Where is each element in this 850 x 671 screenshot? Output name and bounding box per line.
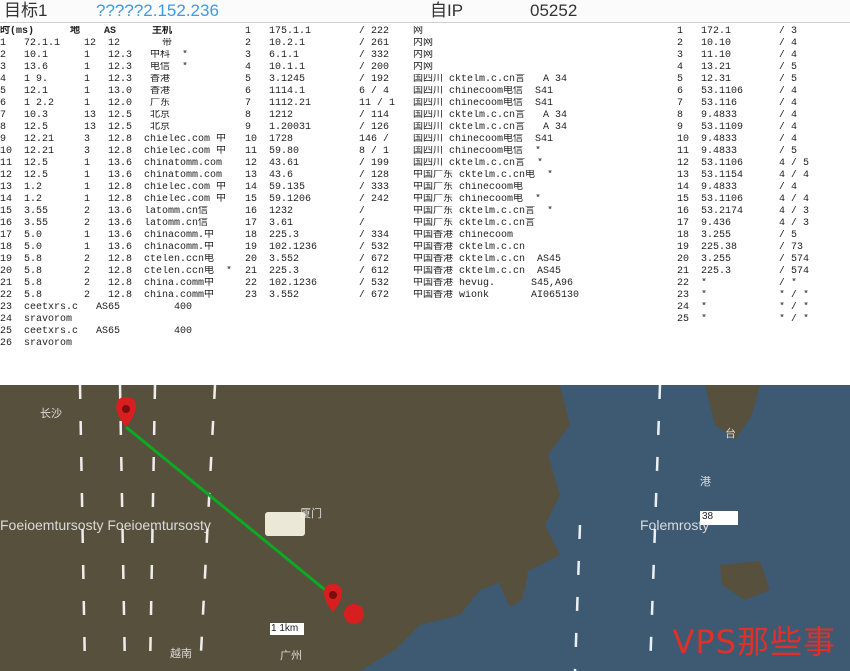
hop-row: 1 172.1 / 3 (677, 26, 816, 37)
hop-row: 14 1.2 1 12.8 chielec.com 中 (0, 194, 227, 205)
hop-row: 18 225.3 / 334 中国香港 chinecoom (245, 230, 514, 241)
hop-row: 4 10.1.1 / 200 内网 (245, 62, 446, 73)
hop-row: 10 1728 146 / 国四川 chinecoom电信 S41 (245, 134, 554, 145)
hop-row: 23 3.552 / 672 中国香港 wionk AI065130 (245, 290, 580, 301)
watermark: VPS那些事 (672, 623, 836, 661)
hop-marker[interactable] (344, 604, 364, 624)
hop-row: 16 1232 / 中国广东 cktelm.c.cn言 * (245, 206, 554, 217)
hop-row: 8 9.4833 / 4 (677, 110, 816, 121)
hop-row: 2 10.1 1 12.3 中科 * (0, 50, 201, 61)
hop-row: 17 9.436 4 / 3 (677, 218, 816, 229)
map-copyright: Foeioemtursosty Foeioemtursosty (0, 517, 211, 533)
hop-row: 25 * * / * (677, 314, 816, 325)
header-left-title: 目标1 (4, 1, 48, 20)
hop-row: 3 13.6 1 12.3 电信 * (0, 62, 201, 73)
hop-row: 4 13.21 / 5 (677, 62, 816, 73)
hop-row: 14 9.4833 / 4 (677, 182, 816, 193)
hop-row: 5 12.31 / 5 (677, 74, 816, 85)
map-label-right-top: 台 (725, 428, 736, 440)
hop-row: 16 3.55 2 13.6 latomm.cn信 (0, 218, 209, 229)
map-label-area1: 厦门 (300, 508, 322, 520)
hop-row: 12 12.5 1 13.6 chinatomm.com (0, 170, 223, 181)
hop-row: 12 43.61 / 199 国四川 cktelm.c.cn言 * (245, 158, 544, 169)
hop-row: 23 ceetxrs.c AS65 400 (0, 302, 193, 313)
trace-panel-left: 时(ms) 地 AS 主机 1 72.1.1 12 12 带 2 10.1 1 … (0, 26, 245, 371)
hop-row: 13 53.1154 4 / 4 (677, 170, 816, 181)
column-header: 时(ms) 地 AS 主机 (0, 26, 173, 37)
hop-row: 6 53.1106 / 4 (677, 86, 816, 97)
hop-row: 1 72.1.1 12 12 带 (0, 38, 197, 49)
hop-row: 2 10.10 / 4 (677, 38, 816, 49)
hop-row: 20 5.8 2 12.8 ctelen.ccn电 * (0, 266, 233, 277)
hop-row: 21 225.3 / 612 中国香港 cktelm.c.cn AS45 (245, 266, 562, 277)
hop-row: 12 53.1106 4 / 5 (677, 158, 816, 169)
hop-row: 21 225.3 / 574 (677, 266, 816, 277)
hop-row: 7 10.3 13 12.5 北京 (0, 110, 201, 121)
hop-row: 19 5.8 2 12.8 ctelen.ccn电 (0, 254, 215, 265)
hop-row: 5 12.1 1 13.0 香港 (0, 86, 201, 97)
map-badge (265, 512, 305, 536)
hop-row: 9 12.21 3 12.8 chielec.com 中 (0, 134, 227, 145)
map-copyright-2: Folemrosty (640, 517, 710, 533)
hop-row: 10 9.4833 / 4 (677, 134, 816, 145)
hop-row: 13 1.2 1 12.8 chielec.com 中 (0, 182, 227, 193)
hop-row: 19 225.38 / 73 (677, 242, 816, 253)
hop-row: 22 102.1236 / 532 中国香港 hevug. S45,A96 (245, 278, 574, 289)
hop-row: 2 10.2.1 / 261 内网 (245, 38, 446, 49)
hop-row: 13 43.6 / 128 中国广东 cktelm.c.cn电 * (245, 170, 554, 181)
map-label-area2: 广州 (280, 650, 302, 662)
hop-row: 18 5.0 1 13.6 chinacomm.中 (0, 242, 215, 253)
hop-row: 22 5.8 2 12.8 china.comm中 (0, 290, 215, 301)
map-label-top-left: 长沙 (40, 408, 62, 420)
hop-row: 5 3.1245 / 192 国四川 cktelm.c.cn言 A 34 (245, 74, 568, 85)
hop-row: 25 ceetxrs.c AS65 400 (0, 326, 193, 337)
hop-row: 6 1 2.2 1 12.0 广东 (0, 98, 201, 109)
hop-row: 15 3.55 2 13.6 latomm.cn信 (0, 206, 209, 217)
hop-row: 20 3.255 / 574 (677, 254, 816, 265)
map-label-bottom-a: 越南 (170, 648, 192, 660)
hop-row: 7 1112.21 11 / 1 国四川 chinecoom电信 S41 (245, 98, 554, 109)
hop-row: 24 * * / * (677, 302, 816, 313)
header-right-title: 05252 (530, 1, 578, 20)
hop-row: 8 1212 / 114 国四川 cktelm.c.cn言 A 34 (245, 110, 568, 121)
hop-row: 20 3.552 / 672 中国香港 cktelm.c.cn AS45 (245, 254, 562, 265)
target-ip[interactable]: ?????2.152.236 (96, 0, 219, 22)
trace-panel-middle: 1 175.1.1 / 222 网 2 10.2.1 / 261 内网 3 6.… (245, 26, 677, 381)
hop-row: 6 1114.1 6 / 4 国四川 chinecoom电信 S41 (245, 86, 554, 97)
hop-row: 17 3.61 / 中国广东 cktelm.c.cn言 (245, 218, 536, 229)
hop-row: 26 sravorom (0, 338, 157, 349)
hop-row: 21 5.8 2 12.8 china.comm中 (0, 278, 215, 289)
hop-row: 15 53.1106 4 / 4 (677, 194, 816, 205)
hop-row: 4 1 9. 1 12.3 香港 (0, 74, 201, 85)
hop-row: 3 6.1.1 / 332 内网 (245, 50, 446, 61)
header-center-title: 自IP (430, 1, 464, 20)
hop-row: 15 59.1206 / 242 中国广东 chinecoom电 * (245, 194, 542, 205)
route-map[interactable]: 长沙 台 港 越南 厦门 广州 38 1 1km Foeioemtursosty… (0, 385, 850, 671)
hop-row: 22 * / * (677, 278, 816, 289)
hop-row: 16 53.2174 4 / 3 (677, 206, 816, 217)
hop-row: 24 sravorom (0, 314, 157, 325)
hop-row: 9 53.1109 / 4 (677, 122, 816, 133)
traceroute-results: 目标1 ?????2.152.236 自IP 05252 时(ms) 地 AS … (0, 0, 850, 385)
hop-row: 14 59.135 / 333 中国广东 chinecoom电 (245, 182, 524, 193)
hop-row: 7 53.116 / 4 (677, 98, 816, 109)
hop-row: 1 175.1.1 / 222 网 (245, 26, 448, 37)
hop-row: 18 3.255 / 5 (677, 230, 816, 241)
hop-row: 19 102.1236 / 532 中国香港 cktelm.c.cn (245, 242, 526, 253)
hop-row: 8 12.5 13 12.5 北京 (0, 122, 201, 133)
hop-row: 11 59.80 8 / 1 国四川 chinecoom电信 * (245, 146, 542, 157)
hop-row: 23 * * / * (677, 290, 816, 301)
map-label-right-mid: 港 (700, 476, 711, 488)
results-header: 目标1 ?????2.152.236 自IP 05252 (0, 0, 850, 23)
hop-row: 3 11.10 / 4 (677, 50, 816, 61)
hop-row: 10 12.21 3 12.8 chielec.com 中 (0, 146, 227, 157)
hop-row: 17 5.0 1 13.6 chinacomm.中 (0, 230, 215, 241)
map-scale: 1 1km (271, 623, 299, 634)
hop-row: 9 1.20031 / 126 国四川 cktelm.c.cn言 A 34 (245, 122, 568, 133)
hop-row: 11 12.5 1 13.6 chinatomm.com (0, 158, 223, 169)
hop-row: 11 9.4833 / 5 (677, 146, 816, 157)
trace-panel-right: 1 172.1 / 3 2 10.10 / 4 3 11.10 / 4 4 13… (677, 26, 850, 371)
